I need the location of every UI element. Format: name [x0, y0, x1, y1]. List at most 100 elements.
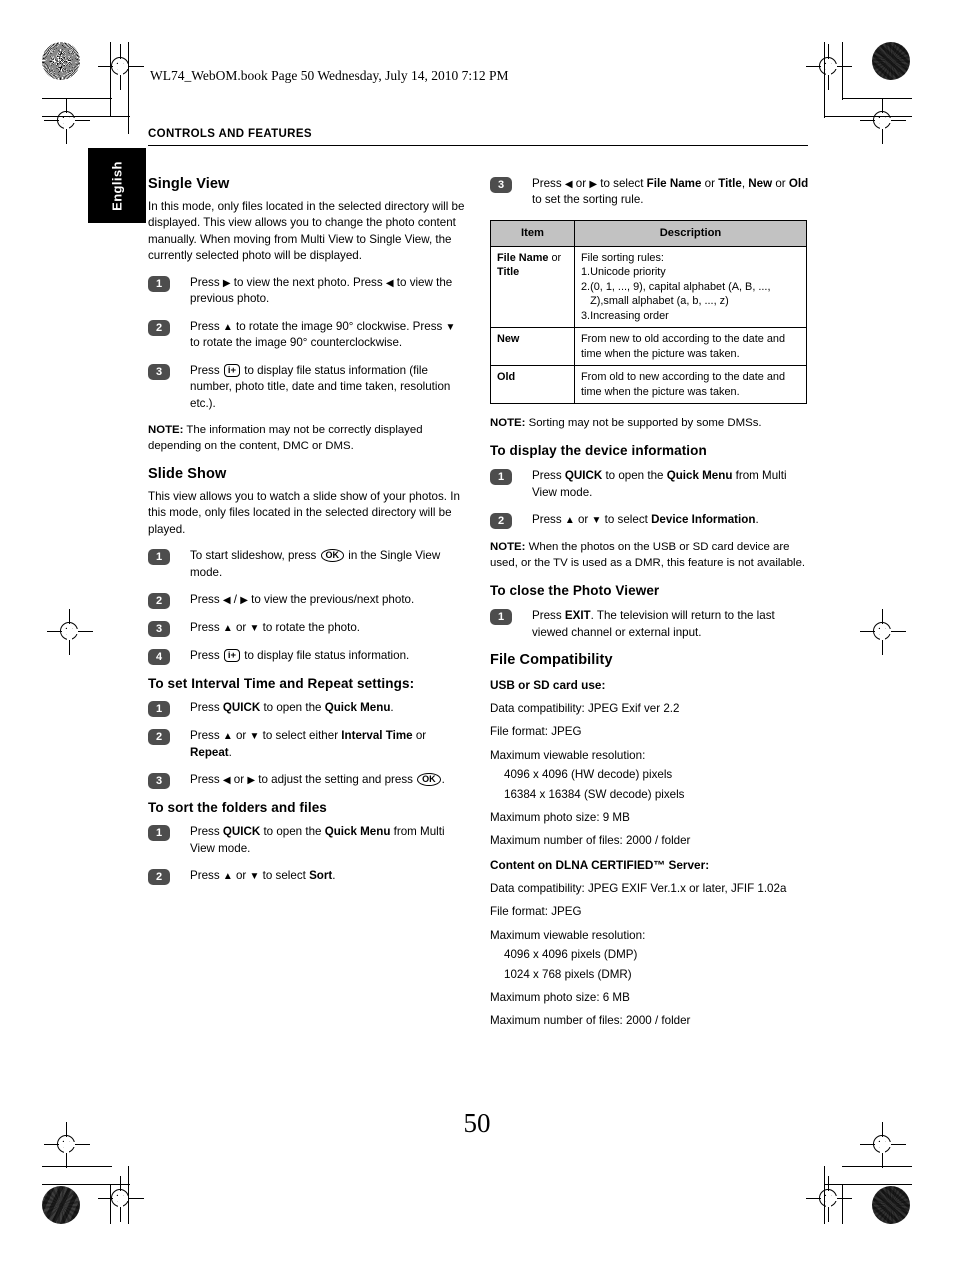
usb-subheading: USB or SD card use: — [490, 678, 606, 693]
step-item: 1 To start slideshow, press OK in the Si… — [148, 548, 468, 581]
left-column: Single View In this mode, only files loc… — [148, 176, 468, 896]
step-badge: 2 — [148, 869, 170, 885]
crosshair-right-middle — [860, 609, 906, 655]
list-item: 2. (0, 1, ..., 9), capital alphabet (A, B… — [581, 280, 771, 308]
step-item: 1 Press ▶ to view the next photo. Press … — [148, 275, 468, 308]
ok-key-icon: OK — [417, 773, 441, 787]
step-badge: 1 — [148, 275, 170, 292]
trim-line — [842, 1184, 844, 1224]
step-badge: 3 — [148, 363, 170, 380]
registration-mottle-top-right — [872, 42, 910, 80]
dlna-line: Maximum photo size: 6 MB — [490, 990, 630, 1004]
page-number: 50 — [463, 1108, 491, 1138]
dlna-line: Data compatibility: JPEG EXIF Ver.1.x or… — [490, 881, 787, 895]
step-text: To start slideshow, press OK in the Sing… — [190, 549, 441, 579]
step-badge: 2 — [490, 513, 512, 530]
trim-line — [110, 1184, 112, 1224]
step-text: Press EXIT. The television will return t… — [532, 609, 775, 639]
note-sorting: NOTE: Sorting may not be supported by so… — [490, 417, 762, 430]
step-text: Press ▲ or ▼ to select Sort. — [190, 869, 336, 882]
table-header-row: Item Description — [490, 219, 807, 247]
step-badge: 1 — [490, 609, 512, 626]
dlna-line: File format: JPEG — [490, 905, 582, 919]
single-view-intro: In this mode, only files located in the … — [148, 200, 465, 263]
step-badge: 3 — [148, 773, 170, 790]
step-item: 2 Press ◀ / ▶ to view the previous/next … — [148, 592, 468, 610]
arrow-left-icon: ◀ — [222, 595, 231, 607]
table-cell-item: New — [490, 327, 575, 367]
note-single-view: NOTE: The information may not be correct… — [148, 423, 423, 452]
step-text: Press ▶ to view the next photo. Press ◀ … — [190, 275, 453, 306]
slide-show-intro: This view allows you to watch a slide sh… — [148, 489, 460, 536]
ok-key-icon: OK — [320, 549, 345, 563]
step-badge: 2 — [148, 729, 170, 746]
list-item: 1. Unicode priority — [581, 266, 666, 279]
step-item: 2 Press ▲ or ▼ to select Sort. — [148, 868, 468, 885]
step-badge: 3 — [490, 177, 512, 193]
step-text: Press QUICK to open the Quick Menu from … — [532, 469, 787, 499]
step-item: 2 Press ▲ or ▼ to select either Interval… — [148, 728, 468, 761]
interval-section-heading: To set Interval Time and Repeat settings… — [148, 676, 415, 692]
dlna-subheading: Content on DLNA CERTIFIED™ Server: — [490, 857, 710, 872]
file-compatibility-heading: File Compatibility — [490, 652, 613, 669]
table-header-description: Description — [574, 219, 807, 247]
table-cell-item: File Name or Title — [490, 245, 575, 329]
step-item: 3 Press ▲ or ▼ to rotate the photo. — [148, 620, 468, 638]
dlna-resolution: 4096 x 4096 pixels (DMP) — [504, 948, 638, 962]
registration-starburst-top-left — [42, 42, 80, 80]
table-cell-item: Old — [490, 365, 575, 405]
sorting-rules-table: Item Description File Name or Title File… — [490, 219, 807, 405]
step-badge: 4 — [148, 649, 170, 666]
step-badge: 2 — [148, 593, 170, 610]
table-row: File Name or Title File sorting rules: 1… — [490, 245, 807, 329]
step-item: 3 Press i+ to display file status inform… — [148, 363, 468, 412]
device-info-heading: To display the device information — [490, 443, 707, 459]
usb-resolution: 16384 x 16384 (SW decode) pixels — [504, 787, 685, 801]
trim-line — [42, 116, 130, 118]
arrow-left-icon: ◀ — [385, 277, 394, 289]
arrow-down-icon: ▼ — [249, 731, 260, 743]
dlna-line: Maximum viewable resolution: — [490, 928, 646, 942]
info-key-icon: i+ — [223, 363, 241, 377]
sort-section-heading: To sort the folders and files — [148, 800, 327, 816]
usb-line: Maximum number of files: 2000 / folder — [490, 834, 691, 848]
trim-line — [824, 1184, 912, 1186]
arrow-up-icon: ▲ — [222, 871, 233, 882]
header-rule — [148, 145, 808, 147]
list-item: 3. Increasing order — [581, 309, 669, 322]
step-badge: 2 — [148, 319, 170, 336]
step-item: 1 Press QUICK to open the Quick Menu. — [148, 700, 468, 718]
trim-line — [110, 42, 112, 116]
step-item: 1 Press QUICK to open the Quick Menu fro… — [148, 824, 468, 857]
table-header-item: Item — [490, 219, 575, 247]
step-text: Press QUICK to open the Quick Menu. — [190, 701, 394, 715]
trim-line — [824, 42, 826, 118]
usb-line: Maximum photo size: 9 MB — [490, 811, 630, 825]
usb-line: File format: JPEG — [490, 725, 582, 739]
crosshair-left-middle — [47, 609, 93, 655]
usb-line: Maximum viewable resolution: — [490, 748, 646, 762]
step-text: Press ▲ to rotate the image 90° clockwis… — [190, 319, 456, 350]
step-badge: 1 — [148, 825, 170, 842]
step-text: Press i+ to display file status informat… — [190, 363, 451, 410]
arrow-right-icon: ▶ — [589, 179, 598, 190]
table-cell-description: From old to new according to the date an… — [574, 365, 807, 405]
trim-line — [42, 98, 112, 100]
step-text: Press ▲ or ▼ to select Device Informatio… — [532, 513, 759, 527]
crosshair-top-right-outer — [860, 98, 906, 144]
step-text: Press ◀ or ▶ to adjust the setting and p… — [190, 773, 445, 787]
step-text: Press i+ to display file status informat… — [190, 649, 410, 663]
arrow-down-icon: ▼ — [445, 321, 456, 333]
slide-show-heading: Slide Show — [148, 465, 227, 482]
step-text: Press ◀ / ▶ to view the previous/next ph… — [190, 593, 415, 607]
trim-line — [842, 42, 844, 100]
close-viewer-heading: To close the Photo Viewer — [490, 583, 660, 599]
step-badge: 1 — [148, 549, 170, 566]
sorting-rules-list: 1. Unicode priority 2. (0, 1, ..., 9), cap… — [581, 265, 800, 323]
note-label: NOTE: — [490, 541, 526, 554]
step-item: 3 Press ◀ or ▶ to adjust the setting and… — [148, 772, 468, 790]
step-badge: 3 — [148, 621, 170, 638]
info-key-icon: i+ — [223, 649, 241, 663]
crosshair-top-inner-right — [806, 44, 852, 90]
arrow-left-icon: ◀ — [564, 179, 573, 190]
